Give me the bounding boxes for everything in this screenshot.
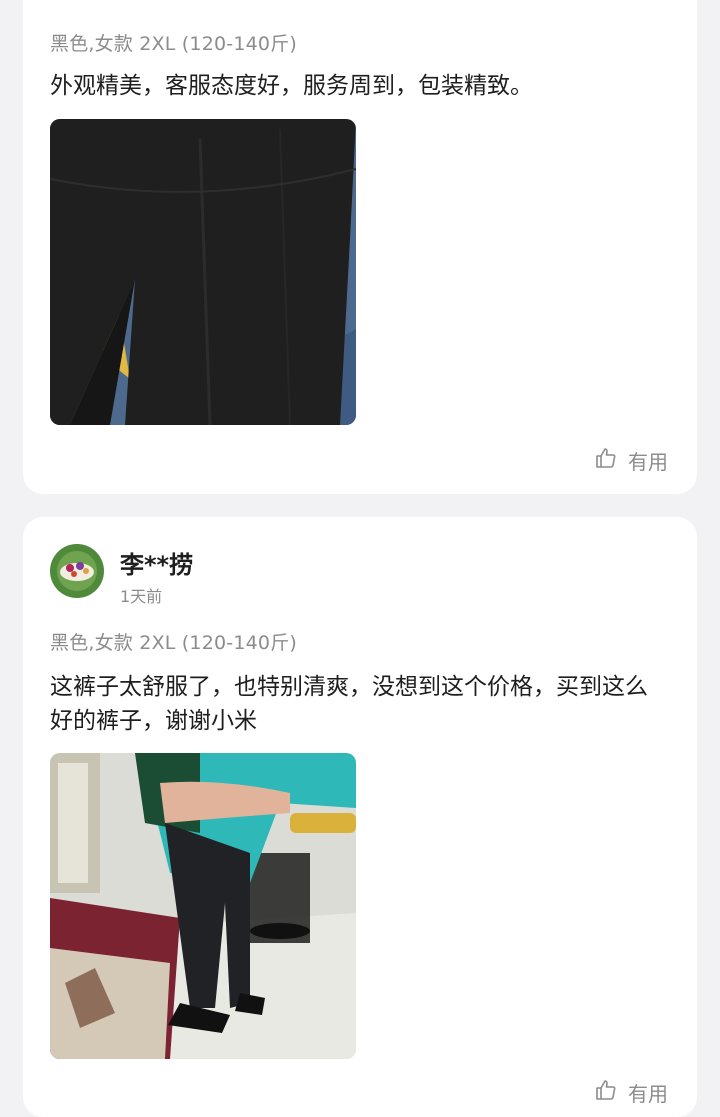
review-variant: 黑色,女款 2XL (120-140斤) <box>50 632 298 654</box>
review-card: 李**捞 1天前 黑色,女款 2XL (120-140斤) 这裤子太舒服了，也特… <box>23 517 697 1117</box>
username: 李**捞 <box>120 551 194 579</box>
review-variant: 黑色,女款 2XL (120-140斤) <box>50 33 298 55</box>
thumbs-up-icon <box>594 1078 618 1107</box>
review-photo[interactable] <box>50 119 356 425</box>
review-time: 1天前 <box>120 587 163 606</box>
review-photo[interactable] <box>50 753 356 1059</box>
helpful-button[interactable]: 有用 <box>594 446 668 475</box>
helpful-label: 有用 <box>628 450 668 474</box>
helpful-button[interactable]: 有用 <box>594 1078 668 1107</box>
review-text: 外观精美，客服态度好，服务周到，包装精致。 <box>50 73 533 99</box>
avatar[interactable] <box>50 544 104 598</box>
review-text: 这裤子太舒服了，也特别清爽，没想到这个价格，买到这么好的裤子，谢谢小米 <box>50 674 648 734</box>
review-card: 黑色,女款 2XL (120-140斤) 外观精美，客服态度好，服务周到，包装精… <box>23 0 697 494</box>
helpful-label: 有用 <box>628 1082 668 1106</box>
thumbs-up-icon <box>594 446 618 475</box>
